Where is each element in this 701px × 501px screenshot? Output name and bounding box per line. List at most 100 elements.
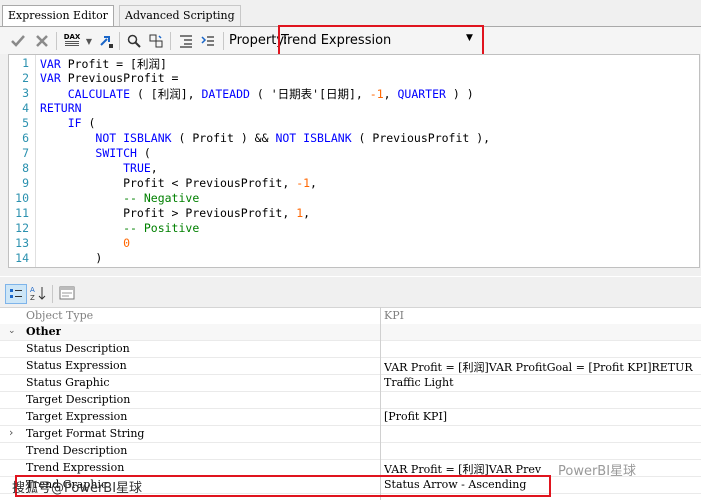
code-line: Profit < PreviousProfit, -1,	[40, 176, 317, 190]
code-token: ) )	[445, 87, 474, 101]
code-token: VAR	[40, 71, 61, 85]
line-number: 7	[22, 146, 29, 160]
collapse-chevron-icon[interactable]: ⌄	[8, 326, 16, 336]
indent-icon[interactable]	[176, 31, 196, 51]
chevron-down-icon[interactable]: ▼	[84, 31, 94, 51]
code-token: ( [利润],	[130, 87, 202, 101]
code-token: CALCULATE	[67, 87, 131, 101]
code-line: RETURN	[40, 101, 82, 115]
code-line: )	[40, 251, 102, 265]
property-value[interactable]: [Profit KPI]	[384, 410, 700, 423]
code-token: -1	[369, 87, 384, 101]
code-token: QUARTER	[397, 87, 446, 101]
line-number: 1	[22, 56, 29, 70]
code-line: SWITCH (	[40, 146, 151, 160]
code-token: Profit = [利润]	[60, 57, 167, 71]
categorized-view-icon[interactable]	[5, 284, 27, 304]
property-name: Target Expression	[26, 410, 128, 423]
code-token: Profit > PreviousProfit,	[40, 206, 297, 220]
toolbar-separator	[223, 32, 224, 50]
line-number: 11	[15, 206, 29, 220]
close-icon[interactable]	[32, 31, 52, 51]
watermark-right: PowerBI星球	[558, 464, 637, 479]
code-token: ISBLANK	[303, 131, 352, 145]
tab-advanced-scripting[interactable]: Advanced Scripting	[119, 5, 241, 26]
property-name: Status Expression	[26, 359, 127, 372]
property-value[interactable]: VAR Profit = [利润]VAR ProfitGoal = [Profi…	[384, 359, 700, 375]
property-value[interactable]: Traffic Light	[384, 376, 700, 389]
category-label: Other	[26, 325, 62, 338]
svg-text:A: A	[30, 286, 35, 294]
code-token: ,	[303, 206, 311, 220]
line-number: 3	[22, 86, 29, 100]
sort-az-icon[interactable]: AZ	[28, 284, 48, 302]
toolbar-separator	[170, 32, 171, 50]
code-line: -- Positive	[40, 221, 199, 235]
code-token: (	[136, 146, 151, 160]
line-number: 13	[15, 236, 29, 250]
line-number: 10	[15, 191, 29, 205]
watermark-left: 搜狐号@PowerBI星球	[12, 481, 143, 496]
dax-format-button[interactable]: DAX	[60, 31, 84, 51]
code-token: ( '日期表'[日期],	[249, 87, 370, 101]
replace-icon[interactable]	[146, 31, 166, 51]
code-token: NOT	[275, 131, 297, 145]
dax-icon: DAX	[64, 33, 80, 49]
check-icon[interactable]	[8, 31, 28, 51]
line-number: 14	[15, 251, 29, 265]
code-token: DATEADD	[201, 87, 250, 101]
tab-expression-editor[interactable]: Expression Editor	[2, 5, 114, 27]
code-token: Profit < PreviousProfit,	[40, 176, 297, 190]
line-number: 9	[22, 176, 29, 190]
code-line: TRUE,	[40, 161, 158, 175]
line-number: 2	[22, 71, 29, 85]
chevron-right-icon[interactable]: ›	[9, 426, 13, 439]
toolbar-separator	[52, 285, 53, 303]
line-number: 5	[22, 116, 29, 130]
code-token: 0	[123, 236, 131, 250]
column-splitter[interactable]	[380, 307, 381, 500]
code-line: VAR PreviousProfit =	[40, 71, 178, 85]
toolbar-separator	[119, 32, 120, 50]
code-token: SWITCH	[95, 146, 137, 160]
code-line: 0	[40, 236, 130, 250]
svg-text:Z: Z	[30, 294, 35, 301]
property-name: Trend Expression	[26, 461, 125, 474]
code-line: NOT ISBLANK ( Profit ) && NOT ISBLANK ( …	[40, 131, 490, 145]
category-row[interactable]	[0, 324, 701, 341]
property-name: Status Description	[26, 342, 130, 355]
code-token: NOT	[95, 131, 117, 145]
code-token: IF	[67, 116, 82, 130]
code-line: Profit > PreviousProfit, 1,	[40, 206, 310, 220]
code-token: -- Positive	[123, 221, 200, 235]
code-token: (	[81, 116, 96, 130]
line-number: 4	[22, 101, 29, 115]
code-token: VAR	[40, 57, 61, 71]
search-icon[interactable]	[124, 31, 144, 51]
toolbar-separator	[56, 32, 57, 50]
properties-toolbar	[0, 277, 701, 308]
property-pages-icon[interactable]	[57, 284, 77, 302]
fx-arrow-icon[interactable]	[96, 31, 116, 51]
code-token: ,	[383, 87, 398, 101]
property-value[interactable]: KPI	[384, 309, 700, 322]
code-line: VAR Profit = [利润]	[40, 56, 167, 72]
code-token: )	[40, 251, 103, 265]
pane-splitter[interactable]	[0, 268, 701, 276]
code-token: -1	[296, 176, 311, 190]
code-token: ,	[310, 176, 317, 190]
line-number: 12	[15, 221, 29, 235]
code-token: ISBLANK	[123, 131, 172, 145]
code-line: CALCULATE ( [利润], DATEADD ( '日期表'[日期], -…	[40, 86, 474, 102]
comment-icon[interactable]	[198, 31, 218, 51]
property-name: Object Type	[26, 309, 94, 322]
property-name: Target Format String	[26, 427, 145, 440]
